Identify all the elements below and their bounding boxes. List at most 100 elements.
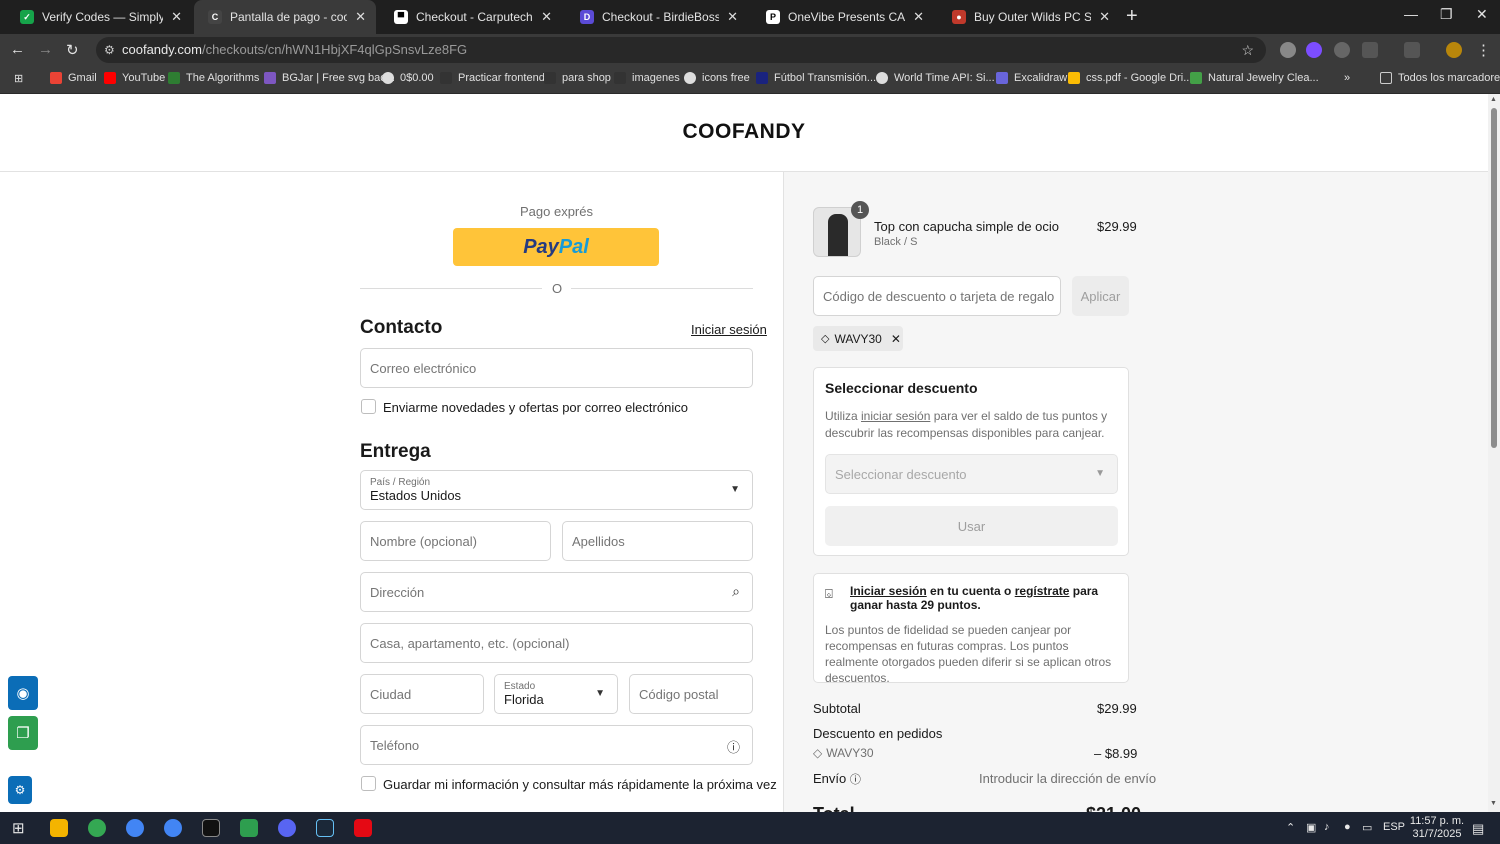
bookmark-bgjar[interactable]: BGJar | Free svg bac... bbox=[264, 72, 395, 84]
tab-search-icon[interactable] bbox=[1404, 42, 1420, 58]
city-field[interactable]: Ciudad bbox=[360, 674, 484, 714]
close-icon[interactable]: ✕ bbox=[1099, 9, 1110, 25]
address-field[interactable]: Dirección ⌕ bbox=[360, 572, 753, 612]
close-icon[interactable]: ✕ bbox=[727, 9, 738, 25]
url-bar[interactable]: ⚙ coofandy.com/checkouts/cn/hWN1HbjXF4ql… bbox=[96, 37, 1266, 63]
chrome-icon[interactable] bbox=[88, 819, 106, 837]
tab-outer-wilds[interactable]: ● Buy Outer Wilds PC Steam key ✕ bbox=[938, 0, 1120, 34]
settings-icon[interactable]: ⚙ bbox=[8, 776, 32, 804]
more-bookmarks-icon[interactable]: » bbox=[1344, 72, 1350, 84]
close-icon[interactable]: ✕ bbox=[913, 9, 924, 25]
help-icon[interactable]: ⓘ bbox=[727, 737, 740, 756]
bookmark-drive[interactable]: css.pdf - Google Dri... bbox=[1068, 72, 1192, 84]
store-logo[interactable]: COOFANDY bbox=[0, 120, 1488, 144]
help-icon[interactable]: ⓘ bbox=[850, 774, 861, 786]
first-name-field[interactable]: Nombre (opcional) bbox=[360, 521, 551, 561]
chevron-up-icon[interactable]: ⌃ bbox=[1286, 821, 1295, 834]
select-discount-card: Seleccionar descuento Utiliza iniciar se… bbox=[813, 367, 1129, 556]
language-indicator[interactable]: ESP bbox=[1383, 821, 1405, 833]
new-tab-icon[interactable]: + bbox=[1126, 5, 1138, 28]
remove-discount-icon[interactable]: ✕ bbox=[891, 332, 901, 346]
bookmark-star-icon[interactable]: ☆ bbox=[1241, 37, 1254, 63]
bookmark-youtube[interactable]: YouTube bbox=[104, 72, 165, 84]
discord-icon[interactable] bbox=[278, 819, 296, 837]
reload-icon[interactable]: ↻ bbox=[66, 41, 79, 59]
last-name-field[interactable]: Apellidos bbox=[562, 521, 753, 561]
bookmark-shop[interactable]: para shop bbox=[544, 72, 611, 84]
menu-icon[interactable]: ⋮ bbox=[1476, 41, 1491, 59]
bookmark-icons[interactable]: icons free bbox=[684, 72, 750, 84]
close-icon[interactable]: ✕ bbox=[355, 9, 366, 25]
bookmark-futbol[interactable]: Fútbol Transmisión... bbox=[756, 72, 876, 84]
forward-icon[interactable]: → bbox=[38, 41, 53, 58]
bookmark-gmail[interactable]: Gmail bbox=[50, 72, 97, 84]
scroll-up-icon[interactable]: ▲ bbox=[1490, 96, 1497, 103]
puzzle-icon[interactable] bbox=[1362, 42, 1378, 58]
apps-grid-icon[interactable]: ⊞ bbox=[14, 72, 23, 85]
volume-icon[interactable]: ♪ bbox=[1324, 821, 1330, 833]
meet-icon[interactable]: ▣ bbox=[1306, 821, 1316, 834]
profile-avatar-icon[interactable] bbox=[1446, 42, 1462, 58]
tab-carputech[interactable]: ▀ Checkout - Carputech ✕ bbox=[380, 0, 562, 34]
page-scrollbar[interactable]: ▲ ▼ bbox=[1488, 94, 1500, 812]
login-link[interactable]: iniciar sesión bbox=[861, 409, 930, 423]
tab-birdieboss[interactable]: D Checkout - BirdieBoss ✕ bbox=[566, 0, 748, 34]
discount-code-input[interactable]: Código de descuento o tarjeta de regalo bbox=[813, 276, 1061, 316]
phone-field[interactable]: Teléfono ⓘ bbox=[360, 725, 753, 765]
steam-icon[interactable] bbox=[316, 819, 334, 837]
chrome-icon[interactable] bbox=[164, 819, 182, 837]
extension-icon[interactable] bbox=[1280, 42, 1296, 58]
login-link[interactable]: Iniciar sesión bbox=[691, 322, 767, 337]
zip-field[interactable]: Código postal bbox=[629, 674, 753, 714]
search-icon: ⌕ bbox=[732, 583, 740, 599]
site-info-icon[interactable]: ⚙ bbox=[104, 37, 115, 63]
tab-onevibe[interactable]: P OneVibe Presents CALCIUM | O ✕ bbox=[752, 0, 934, 34]
bookmark-zero[interactable]: 0$0.00 bbox=[382, 72, 434, 84]
register-link[interactable]: regístrate bbox=[1015, 584, 1070, 598]
bookmark-label: Practicar frontend bbox=[458, 72, 545, 84]
discount-select[interactable]: Seleccionar descuento ▼ bbox=[825, 454, 1118, 494]
state-select[interactable]: Estado Florida ▼ bbox=[494, 674, 618, 714]
login-link[interactable]: Iniciar sesión bbox=[850, 584, 927, 598]
windows-start-icon[interactable]: ⊞ bbox=[12, 819, 25, 837]
media-player-icon[interactable] bbox=[354, 819, 372, 837]
close-icon[interactable]: ✕ bbox=[541, 9, 552, 25]
close-icon[interactable]: ✕ bbox=[171, 9, 182, 25]
quantity-badge: 1 bbox=[851, 201, 869, 219]
tab-simplycodes[interactable]: ✓ Verify Codes — SimplyCodes ✕ bbox=[6, 0, 192, 34]
restore-icon[interactable]: ❐ bbox=[1440, 6, 1453, 23]
apply-button[interactable]: Aplicar bbox=[1072, 276, 1129, 316]
newsletter-checkbox[interactable] bbox=[361, 399, 376, 414]
bookmark-algorithms[interactable]: The Algorithms bbox=[168, 72, 259, 84]
back-icon[interactable]: ← bbox=[10, 41, 25, 58]
clock[interactable]: 11:57 p. m. 31/7/2025 bbox=[1408, 815, 1466, 841]
apartment-field[interactable]: Casa, apartamento, etc. (opcional) bbox=[360, 623, 753, 663]
bookmark-frontend[interactable]: Practicar frontend bbox=[440, 72, 545, 84]
email-field[interactable]: Correo electrónico bbox=[360, 348, 753, 388]
bookmark-jewelry[interactable]: Natural Jewelry Clea... bbox=[1190, 72, 1319, 84]
jetbrains-icon[interactable] bbox=[202, 819, 220, 837]
notifications-icon[interactable]: ▤ bbox=[1472, 821, 1484, 837]
extension-icon[interactable] bbox=[1306, 42, 1322, 58]
copy-icon[interactable]: ❐ bbox=[8, 716, 38, 750]
close-window-icon[interactable]: ✕ bbox=[1476, 6, 1488, 23]
paypal-button[interactable]: PayPal bbox=[453, 228, 659, 266]
bookmark-imagenes[interactable]: imagenes bbox=[614, 72, 680, 84]
bookmark-worldtime[interactable]: World Time API: Si... bbox=[876, 72, 995, 84]
tab-coofandy[interactable]: C Pantalla de pago - coofandy ✕ bbox=[194, 0, 376, 34]
save-info-checkbox[interactable] bbox=[361, 776, 376, 791]
eye-icon[interactable]: ◉ bbox=[8, 676, 38, 710]
extension-icon[interactable] bbox=[1334, 42, 1350, 58]
use-discount-button[interactable]: Usar bbox=[825, 506, 1118, 546]
bookmark-excalidraw[interactable]: Excalidraw bbox=[996, 72, 1067, 84]
chrome-icon[interactable] bbox=[126, 819, 144, 837]
network-icon[interactable]: ▭ bbox=[1362, 821, 1372, 834]
country-select[interactable]: País / Región Estados Unidos ▼ bbox=[360, 470, 753, 510]
file-explorer-icon[interactable] bbox=[50, 819, 68, 837]
scroll-thumb[interactable] bbox=[1491, 108, 1497, 448]
all-bookmarks[interactable]: Todos los marcadores bbox=[1380, 72, 1500, 84]
app-icon[interactable] bbox=[240, 819, 258, 837]
microphone-icon[interactable]: ● bbox=[1344, 821, 1351, 833]
scroll-down-icon[interactable]: ▼ bbox=[1490, 800, 1497, 807]
minimize-icon[interactable]: — bbox=[1404, 6, 1418, 22]
